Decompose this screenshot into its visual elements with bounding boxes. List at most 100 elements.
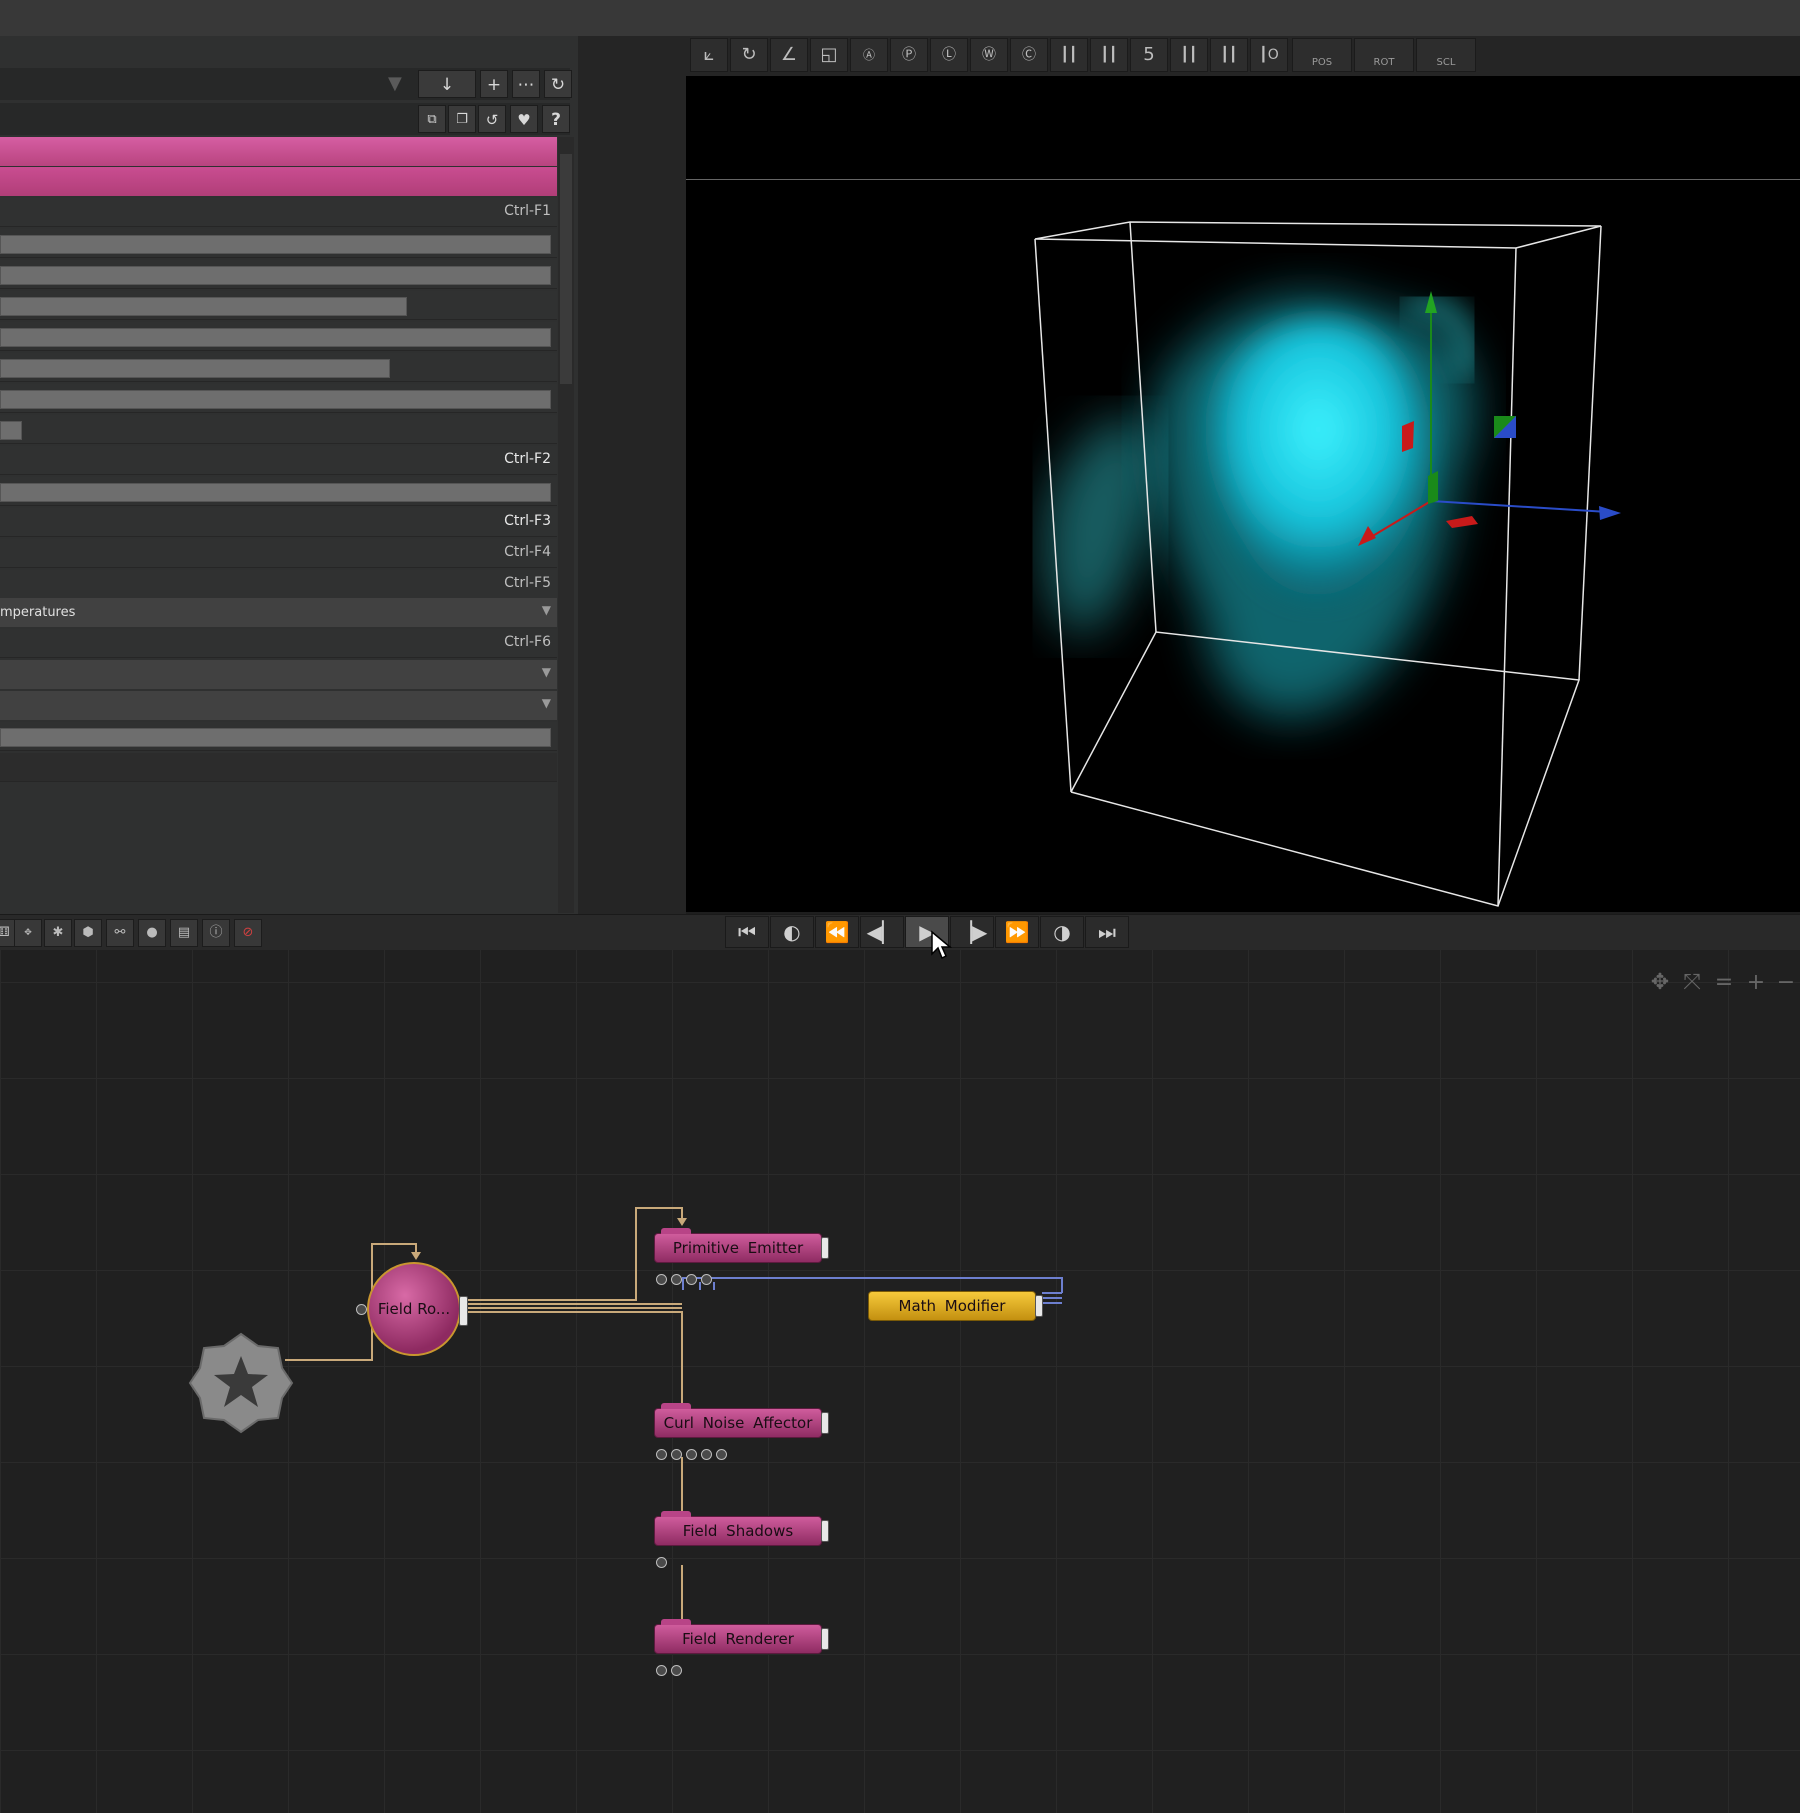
skip-to-start-icon[interactable]: ⏮ — [725, 916, 769, 948]
node-input-tab[interactable] — [661, 1511, 691, 1517]
world-icon[interactable]: Ⓦ — [970, 38, 1008, 72]
axis-icon[interactable]: ⟀ — [690, 38, 728, 72]
asterisk-icon[interactable]: ✱ — [44, 919, 72, 947]
section-header-2[interactable]: Ctrl-F2 — [0, 446, 557, 475]
plus-icon[interactable]: + — [480, 70, 508, 98]
reset-icon[interactable]: ↻ — [544, 70, 572, 98]
ticks-icon[interactable]: ┃┃ — [1170, 38, 1208, 72]
section-header-5[interactable]: Ctrl-F5 — [0, 570, 557, 599]
field-root-node[interactable]: Field Ro... — [367, 1262, 468, 1356]
node-port[interactable] — [671, 1665, 682, 1676]
help-icon[interactable]: ? — [542, 105, 570, 133]
ticks-icon[interactable]: ┃┃ — [1210, 38, 1248, 72]
slider-row[interactable] — [0, 353, 557, 382]
slider-fill[interactable] — [0, 483, 552, 502]
camera-icon[interactable]: Ⓒ — [1010, 38, 1048, 72]
node-port[interactable] — [716, 1449, 727, 1460]
ticks-icon[interactable]: ┃O — [1250, 38, 1288, 72]
node-input-tab[interactable] — [661, 1619, 691, 1625]
node-input-port[interactable] — [356, 1304, 367, 1315]
sphere-icon[interactable]: ● — [138, 919, 166, 947]
rotate-icon[interactable]: ↻ — [730, 38, 768, 72]
ticks-icon[interactable]: ┃┃ — [1050, 38, 1088, 72]
math-modifier-node[interactable]: Math Modifier — [868, 1291, 1043, 1321]
panel-icon[interactable]: ▤ — [170, 919, 198, 947]
slider-row[interactable] — [0, 291, 557, 320]
slider-fill[interactable] — [0, 297, 407, 316]
fast-forward-icon[interactable]: ⏩ — [995, 916, 1039, 948]
section-header-6[interactable]: Ctrl-F6 — [0, 629, 557, 658]
lock-scl-toggle[interactable]: SCL — [1416, 38, 1476, 72]
more-dots-icon[interactable]: ⋯ — [512, 70, 540, 98]
lock-rot-toggle[interactable]: ROT — [1354, 38, 1414, 72]
slider-row[interactable] — [0, 477, 557, 506]
star-gear-icon[interactable] — [188, 1330, 294, 1436]
node-port[interactable] — [671, 1274, 682, 1285]
node-input-tab[interactable] — [661, 1228, 691, 1234]
node-output-cap[interactable] — [459, 1296, 468, 1326]
chevron-down-icon[interactable]: ▼ — [388, 73, 402, 94]
dropdown-field[interactable]: ▼ — [0, 660, 557, 689]
section-header-3[interactable]: Ctrl-F3 — [0, 508, 557, 537]
node-port[interactable] — [656, 1557, 667, 1568]
ak-icon[interactable]: Ⓐ — [850, 38, 888, 72]
field-renderer-node[interactable]: Field Renderer — [654, 1619, 829, 1676]
dropdown-field[interactable]: ▼ — [0, 691, 557, 720]
slider-row[interactable] — [0, 322, 557, 351]
node-output-cap[interactable] — [821, 1520, 829, 1542]
node-port[interactable] — [686, 1449, 697, 1460]
slider-row[interactable] — [0, 384, 557, 413]
download-arrow-icon[interactable]: ↓ — [418, 70, 476, 98]
rewind-icon[interactable]: ⏪ — [815, 916, 859, 948]
node-output-cap[interactable] — [821, 1237, 829, 1259]
slider-fill[interactable] — [0, 728, 552, 747]
node-port[interactable] — [671, 1449, 682, 1460]
section-header-4[interactable]: Ctrl-F4 — [0, 539, 557, 568]
pivot-icon[interactable]: Ⓟ — [890, 38, 928, 72]
scrollbar-thumb[interactable] — [560, 154, 572, 384]
step-forward-icon[interactable]: ▕▶ — [950, 916, 994, 948]
slider-fill[interactable] — [0, 390, 552, 409]
slider-row[interactable] — [0, 260, 557, 289]
grid-size-button[interactable]: 5 — [1130, 38, 1168, 72]
slider-fill[interactable] — [0, 359, 390, 378]
paste-icon[interactable]: ❐ — [448, 105, 476, 133]
slider-row[interactable] — [0, 722, 557, 751]
cube-icon[interactable]: ⬢ — [74, 919, 102, 947]
node-output-cap[interactable] — [821, 1412, 829, 1434]
step-forward-loop-icon[interactable]: ◑ — [1040, 916, 1084, 948]
step-back-icon[interactable]: ◀▏ — [860, 916, 904, 948]
node-port[interactable] — [656, 1274, 667, 1285]
glasses-icon[interactable]: ⚯ — [106, 919, 134, 947]
node-port[interactable] — [701, 1274, 712, 1285]
node-output-cap[interactable] — [821, 1628, 829, 1650]
node-output-cap[interactable] — [1035, 1295, 1043, 1317]
favorite-heart-icon[interactable]: ♥ — [510, 105, 538, 133]
field-shadows-node[interactable]: Field Shadows — [654, 1511, 829, 1568]
step-back-loop-icon[interactable]: ◐ — [770, 916, 814, 948]
angle-icon[interactable]: ∠ — [770, 38, 808, 72]
node-port[interactable] — [701, 1449, 712, 1460]
scale-icon[interactable]: ◱ — [810, 38, 848, 72]
slider-row[interactable] — [0, 415, 557, 444]
copy-icon[interactable]: ⧉ — [418, 105, 446, 133]
ticks-icon[interactable]: ┃┃ — [1090, 38, 1128, 72]
skip-to-end-icon[interactable]: ⏭ — [1085, 916, 1129, 948]
disabled-icon[interactable]: ⊘ — [234, 919, 262, 947]
3d-viewport[interactable] — [686, 76, 1800, 912]
node-port[interactable] — [656, 1665, 667, 1676]
temperature-dropdown[interactable]: mperatures ▼ — [0, 598, 557, 627]
slider-fill[interactable] — [0, 235, 552, 254]
curl-noise-affector-node[interactable]: Curl Noise Affector — [654, 1403, 829, 1460]
slider-fill[interactable] — [0, 328, 552, 347]
alert-icon[interactable]: ⓘ — [202, 919, 230, 947]
handles-icon[interactable]: ✥ — [14, 919, 42, 947]
local-icon[interactable]: Ⓛ — [930, 38, 968, 72]
revert-icon[interactable]: ↺ — [478, 105, 506, 133]
primitive-emitter-node[interactable]: Primitive Emitter — [654, 1228, 829, 1285]
slider-fill[interactable] — [0, 266, 552, 285]
node-input-tab[interactable] — [661, 1403, 691, 1409]
section-header-1[interactable]: Ctrl-F1 — [0, 198, 557, 227]
lock-pos-toggle[interactable]: POS — [1292, 38, 1352, 72]
node-port[interactable] — [686, 1274, 697, 1285]
